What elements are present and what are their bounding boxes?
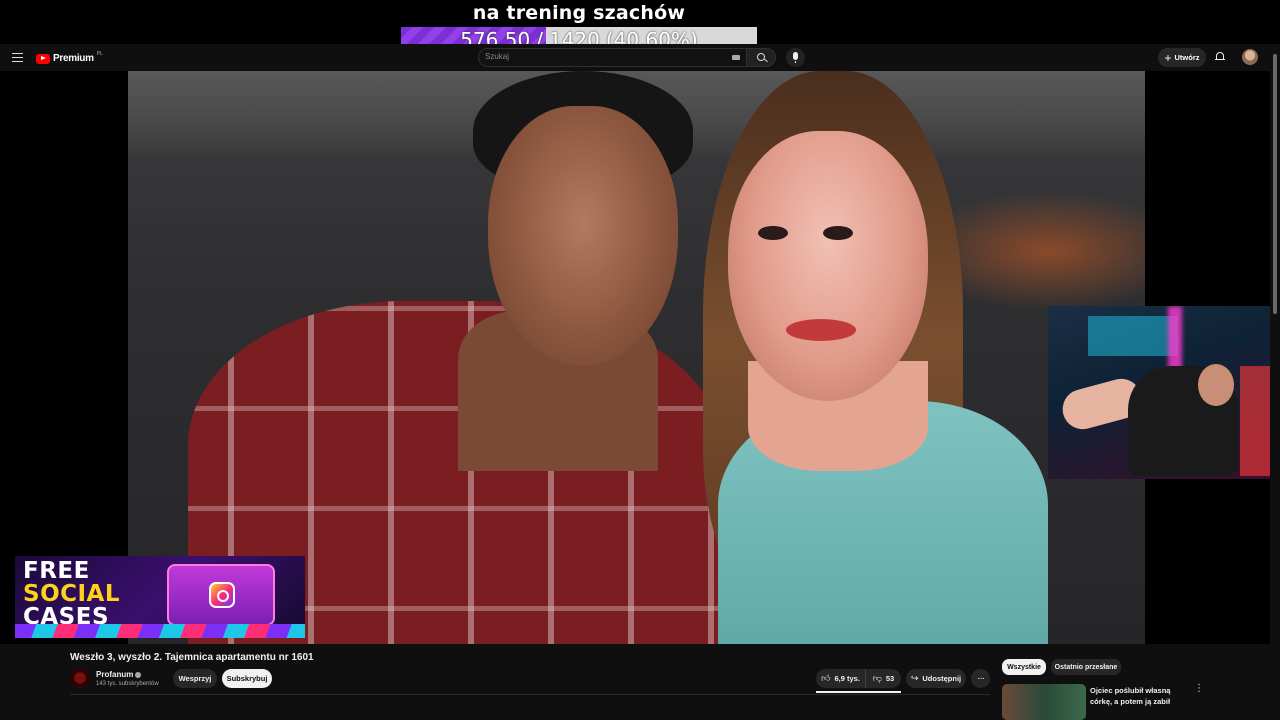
- man-face: [488, 106, 678, 366]
- youtube-premium-logo[interactable]: Premium PL: [36, 50, 103, 64]
- like-button[interactable]: 👍︎ 6,9 tys.: [816, 669, 866, 688]
- woman-face: [728, 131, 928, 401]
- woman-eye-left: [758, 226, 788, 240]
- woman-eye-right: [823, 226, 853, 240]
- search-box[interactable]: [478, 48, 746, 67]
- search-icon: [757, 53, 765, 61]
- hamburger-menu-icon[interactable]: [12, 53, 23, 62]
- streamer-facecam: [1048, 306, 1270, 479]
- bell-icon[interactable]: [1215, 52, 1225, 60]
- facecam-head: [1198, 364, 1234, 406]
- goal-title: na trening szachów: [472, 2, 686, 24]
- dislike-count: 53: [885, 674, 895, 683]
- share-icon: ↪: [910, 673, 919, 683]
- recommendation-thumbnail[interactable]: [1002, 684, 1086, 720]
- brand-label: Premium: [53, 53, 94, 64]
- more-actions-button[interactable]: ···: [971, 669, 990, 688]
- subscriber-count: 143 tys. subskrybentów: [96, 681, 159, 687]
- share-button[interactable]: ↪ Udostępnij: [906, 669, 966, 688]
- verified-icon: [135, 671, 142, 678]
- create-button[interactable]: + Utwórz: [1158, 48, 1206, 67]
- recommendation-more-icon[interactable]: ⋮: [1194, 684, 1204, 694]
- channel-name-label: Profanum: [96, 670, 134, 679]
- plus-icon: +: [1164, 50, 1172, 65]
- masthead: Premium PL + Utwórz: [0, 44, 1270, 71]
- divider: [70, 694, 990, 695]
- thumbs-up-icon: 👍︎: [821, 673, 831, 683]
- promo-line-1: FREE: [23, 558, 90, 584]
- create-label: Utwórz: [1174, 53, 1200, 62]
- woman-lips: [786, 319, 856, 341]
- promo-line-2: SOCIAL: [23, 581, 121, 607]
- video-details: Weszło 3, wyszło 2. Tajemnica apartament…: [0, 644, 1270, 720]
- scrollbar-thumb[interactable]: [1273, 54, 1277, 314]
- promo-banner: FREE SOCIAL CASES: [15, 556, 305, 638]
- chip-recently-uploaded[interactable]: Ostatnio przesłane: [1051, 659, 1121, 675]
- like-count: 6,9 tys.: [834, 674, 860, 683]
- page-scrollbar[interactable]: [1270, 44, 1280, 720]
- video-player[interactable]: FREE SOCIAL CASES: [0, 71, 1270, 644]
- search-button[interactable]: [746, 48, 776, 67]
- like-ratio-bar: [816, 691, 901, 693]
- facecam-light-red: [1240, 366, 1270, 476]
- voice-search-button[interactable]: [786, 48, 805, 67]
- keyboard-icon[interactable]: [732, 55, 740, 60]
- recommendation-title[interactable]: Ojciec poślubił własną córkę, a potem ją…: [1090, 685, 1190, 707]
- promo-strip: [15, 624, 305, 638]
- channel-avatar[interactable]: [70, 668, 90, 688]
- microphone-icon: [793, 52, 798, 63]
- country-code: PL: [96, 50, 103, 57]
- video-title: Weszło 3, wyszło 2. Tajemnica apartament…: [70, 652, 314, 663]
- chip-all[interactable]: Wszystkie: [1002, 659, 1046, 675]
- thumbs-down-icon: 👎︎: [872, 673, 882, 683]
- youtube-play-icon: [36, 53, 50, 64]
- promo-case: [167, 564, 275, 626]
- like-dislike-group: 👍︎ 6,9 tys. 👎︎ 53: [816, 669, 901, 688]
- share-label: Udostępnij: [922, 674, 962, 683]
- account-avatar[interactable]: [1242, 49, 1258, 65]
- support-button[interactable]: Wesprzyj: [173, 669, 217, 688]
- dislike-button[interactable]: 👎︎ 53: [866, 669, 901, 688]
- instagram-icon: [209, 582, 235, 608]
- channel-name[interactable]: Profanum: [96, 670, 142, 679]
- subscribe-button[interactable]: Subskrybuj: [222, 669, 272, 688]
- search-input[interactable]: [485, 52, 725, 61]
- facecam-light-cyan: [1088, 316, 1178, 356]
